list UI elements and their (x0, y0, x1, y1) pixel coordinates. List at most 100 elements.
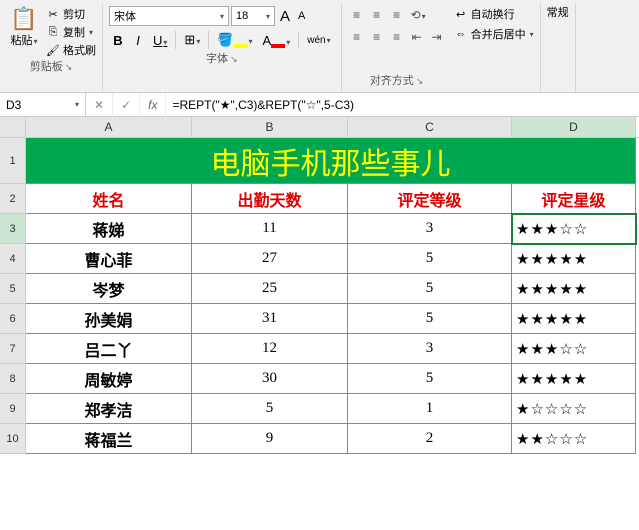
cell[interactable]: 12 (192, 334, 348, 364)
copy-button[interactable]: ⎘复制▾ (46, 24, 96, 40)
cell[interactable]: 31 (192, 304, 348, 334)
font-color-button[interactable]: A▾ (259, 31, 295, 50)
accept-formula-button[interactable]: ✓ (113, 93, 140, 117)
cell[interactable]: ★☆☆☆☆ (512, 394, 636, 424)
row-header[interactable]: 9 (0, 394, 26, 424)
cell[interactable]: 蒋娣 (26, 214, 192, 244)
row-header[interactable]: 10 (0, 424, 26, 454)
orientation-button[interactable]: ⟲▾ (408, 6, 429, 24)
fx-icon[interactable]: fx (140, 93, 166, 117)
column-header[interactable]: B (192, 117, 348, 137)
cell[interactable]: 5 (348, 244, 512, 274)
cell[interactable]: ★★★☆☆ (512, 334, 636, 364)
format-painter-button[interactable]: 🖌格式刷 (46, 42, 96, 58)
row-header[interactable]: 8 (0, 364, 26, 394)
row-header[interactable]: 5 (0, 274, 26, 304)
table-header-cell[interactable]: 评定星级 (512, 184, 636, 214)
merge-icon: ⇔ (454, 28, 468, 40)
table-header-cell[interactable]: 姓名 (26, 184, 192, 214)
wrap-text-button[interactable]: ↩自动换行 (454, 6, 534, 22)
cell[interactable]: 30 (192, 364, 348, 394)
name-box-value: D3 (6, 98, 21, 112)
row-header[interactable]: 7 (0, 334, 26, 364)
phonetic-button[interactable]: wén▾ (303, 33, 334, 48)
group-label-font: 字体 (206, 50, 228, 68)
cell[interactable]: 孙美娟 (26, 304, 192, 334)
font-name-select[interactable]: 宋体▾ (109, 6, 229, 26)
ribbon: 📋 粘贴▾ ✂剪切 ⎘复制▾ 🖌格式刷 剪贴板 ↘ 宋体▾ 18▾ A A B (0, 0, 639, 93)
cell[interactable]: 25 (192, 274, 348, 304)
column-header[interactable]: C (348, 117, 512, 137)
column-header[interactable]: D (512, 117, 636, 137)
cell[interactable]: 9 (192, 424, 348, 454)
table-header-cell[interactable]: 出勤天数 (192, 184, 348, 214)
cell[interactable]: ★★☆☆☆ (512, 424, 636, 454)
cell[interactable]: 岑梦 (26, 274, 192, 304)
cell[interactable]: 5 (348, 274, 512, 304)
formula-input[interactable] (166, 98, 639, 112)
cell[interactable]: 5 (192, 394, 348, 424)
row-header[interactable]: 6 (0, 304, 26, 334)
cut-button[interactable]: ✂剪切 (46, 6, 96, 22)
group-font: 宋体▾ 18▾ A A B I U▾ ⊞▾ 🪣▾ A▾ wén▾ 字体 ↘ (103, 4, 342, 92)
increase-indent-button[interactable]: ⇥ (428, 28, 446, 46)
align-right-button[interactable]: ≡ (388, 28, 406, 46)
cell[interactable]: ★★★☆☆ (512, 214, 636, 244)
brush-icon: 🖌 (46, 44, 60, 57)
fill-icon: 🪣 (217, 32, 233, 47)
align-middle-button[interactable]: ≡ (368, 6, 386, 24)
increase-font-button[interactable]: A (277, 8, 293, 25)
cell[interactable]: 3 (348, 334, 512, 364)
border-button[interactable]: ⊞▾ (180, 30, 204, 50)
dialog-launcher-icon[interactable]: ↘ (65, 62, 73, 73)
cell[interactable]: ★★★★★ (512, 274, 636, 304)
decrease-font-button[interactable]: A (295, 10, 308, 22)
cell[interactable]: ★★★★★ (512, 304, 636, 334)
row-header[interactable]: 3 (0, 214, 26, 244)
row-header[interactable]: 1 (0, 138, 26, 184)
cell[interactable]: 蒋福兰 (26, 424, 192, 454)
align-center-button[interactable]: ≡ (368, 28, 386, 46)
cell[interactable]: 周敏婷 (26, 364, 192, 394)
cell[interactable]: 5 (348, 304, 512, 334)
row-header[interactable]: 4 (0, 244, 26, 274)
dialog-launcher-icon[interactable]: ↘ (230, 54, 238, 65)
formula-bar: D3▾ ✕ ✓ fx (0, 93, 639, 117)
chevron-down-icon[interactable]: ▾ (89, 28, 93, 37)
table-header-cell[interactable]: 评定等级 (348, 184, 512, 214)
cell[interactable]: 曹心菲 (26, 244, 192, 274)
dialog-launcher-icon[interactable]: ↘ (416, 76, 424, 87)
chevron-down-icon: ▾ (163, 38, 167, 47)
group-clipboard: 📋 粘贴▾ ✂剪切 ⎘复制▾ 🖌格式刷 剪贴板 ↘ (0, 4, 103, 92)
row-header[interactable]: 2 (0, 184, 26, 214)
fill-color-button[interactable]: 🪣▾ (213, 30, 256, 50)
bold-button[interactable]: B (109, 31, 127, 50)
decrease-indent-button[interactable]: ⇤ (408, 28, 426, 46)
paste-button[interactable]: 📋 粘贴▾ (6, 6, 42, 58)
cell[interactable]: 1 (348, 394, 512, 424)
cell[interactable]: 郑孝洁 (26, 394, 192, 424)
title-cell[interactable]: 电脑手机那些事儿 (26, 138, 636, 184)
cell[interactable]: 2 (348, 424, 512, 454)
underline-button[interactable]: U▾ (149, 31, 171, 50)
align-left-button[interactable]: ≡ (348, 28, 366, 46)
name-box[interactable]: D3▾ (0, 93, 86, 116)
cell[interactable]: 吕二丫 (26, 334, 192, 364)
align-bottom-button[interactable]: ≡ (388, 6, 406, 24)
column-header[interactable]: A (26, 117, 192, 137)
align-top-button[interactable]: ≡ (348, 6, 366, 24)
cell[interactable]: 5 (348, 364, 512, 394)
italic-button[interactable]: I (129, 31, 147, 50)
merge-center-button[interactable]: ⇔合并后居中▾ (454, 26, 534, 42)
cell[interactable]: ★★★★★ (512, 364, 636, 394)
font-size-select[interactable]: 18▾ (231, 6, 275, 26)
cell[interactable]: 11 (192, 214, 348, 244)
cancel-formula-button[interactable]: ✕ (86, 93, 113, 117)
spreadsheet-grid: A B C D 1 电脑手机那些事儿 2 姓名 出勤天数 评定等级 评定星级 3… (0, 117, 639, 454)
cell[interactable]: 27 (192, 244, 348, 274)
select-all-corner[interactable] (0, 117, 26, 137)
chevron-down-icon[interactable]: ▾ (33, 37, 37, 46)
cell[interactable]: 3 (348, 214, 512, 244)
cell[interactable]: ★★★★★ (512, 244, 636, 274)
chevron-down-icon: ▾ (530, 30, 534, 39)
